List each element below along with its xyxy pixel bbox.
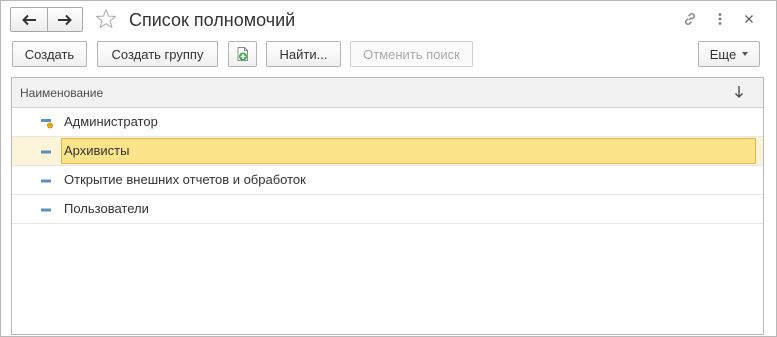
- cancel-search-button[interactable]: Отменить поиск: [350, 41, 473, 67]
- row-name-cell: Пользователи: [64, 201, 149, 216]
- arrow-right-icon: [57, 14, 72, 25]
- item-icon: [41, 208, 51, 212]
- window: Список полномочий Создать Создать группу…: [0, 0, 777, 337]
- find-button[interactable]: Найти...: [266, 41, 341, 67]
- item-admin-icon: [41, 119, 53, 129]
- arrow-left-icon: [21, 14, 36, 25]
- column-header-name[interactable]: Наименование: [20, 86, 103, 100]
- more-actions-icon[interactable]: [711, 10, 729, 28]
- caret-down-icon: [742, 52, 749, 56]
- navigation-buttons: [10, 7, 83, 32]
- link-icon[interactable]: [681, 10, 699, 28]
- create-button[interactable]: Создать: [12, 41, 87, 67]
- close-icon[interactable]: [740, 10, 758, 28]
- back-button[interactable]: [11, 8, 47, 31]
- row-name-cell: Архивисты: [61, 138, 756, 164]
- page-title: Список полномочий: [129, 10, 296, 30]
- forward-button[interactable]: [46, 8, 83, 31]
- item-icon: [41, 150, 51, 154]
- copy-add-button[interactable]: [228, 41, 257, 67]
- table-row[interactable]: Открытие внешних отчетов и обработок: [12, 166, 763, 195]
- sort-arrow-down-icon[interactable]: [732, 84, 746, 100]
- more-button-label: Еще: [709, 46, 737, 62]
- more-button[interactable]: Еще: [698, 41, 760, 67]
- add-document-icon: [237, 47, 248, 61]
- table-header[interactable]: Наименование: [12, 78, 763, 108]
- table-row-selected[interactable]: Архивисты: [12, 137, 763, 166]
- row-name-cell: Администратор: [64, 114, 158, 129]
- item-icon: [41, 179, 51, 183]
- favorite-star-icon[interactable]: [95, 8, 117, 30]
- table-row[interactable]: Администратор: [12, 108, 763, 137]
- row-name-cell: Открытие внешних отчетов и обработок: [64, 172, 306, 187]
- create-group-button[interactable]: Создать группу: [97, 41, 218, 67]
- list-table: Наименование Администратор Архивисты Отк…: [11, 77, 764, 335]
- table-row[interactable]: Пользователи: [12, 195, 763, 224]
